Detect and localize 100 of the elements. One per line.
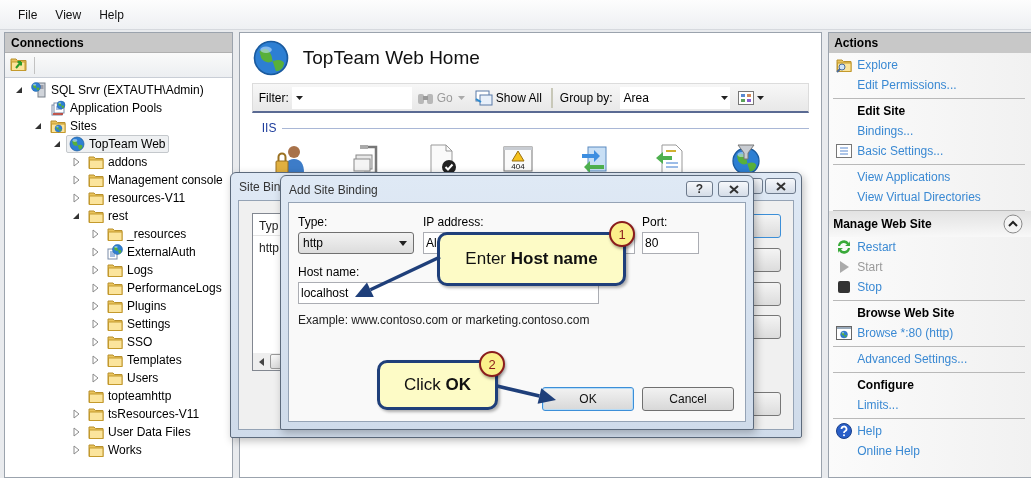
page-title: TopTeam Web Home [302,47,480,69]
filter-label: Filter: [258,90,289,105]
tree-item[interactable]: _resources [104,225,191,243]
action-link[interactable]: View Virtual Directories [857,190,981,204]
filter-field[interactable] [291,86,412,109]
tree-item[interactable]: Application Pools [47,99,167,117]
folder-icon [88,406,104,422]
action-link[interactable]: View Applications [857,170,951,184]
close-button[interactable] [765,178,796,194]
action-link[interactable]: Edit Permissions... [857,78,957,92]
dropdown-caret-icon [295,95,303,100]
stop-icon [836,279,853,295]
show-all-icon [474,89,493,106]
folder-icon [107,370,123,386]
tree-item[interactable]: Settings [104,315,175,333]
folder-icon [107,334,123,350]
folder-icon [107,298,123,314]
tree-item[interactable]: PerformanceLogs [104,279,226,297]
action-link[interactable]: Restart [857,240,896,254]
tree-item[interactable]: SQL Srvr (EXTAUTH\Admin) [28,81,208,99]
action-link[interactable]: Advanced Settings... [857,352,968,366]
section-heading: Edit Site [857,104,906,118]
tree-item[interactable]: topteamhttp [85,387,176,405]
action-link[interactable]: Browse *:80 (http) [857,326,954,340]
menu-item[interactable]: Help [90,4,133,25]
dialog-title: Site Bin [239,180,281,194]
help-button[interactable]: ? [686,181,713,197]
tree-item[interactable]: SSO [104,333,157,351]
type-dropdown[interactable]: http [298,232,414,254]
field-label: Type: [298,215,329,229]
error-page-icon: 404 [501,143,534,175]
folder-icon [88,388,104,404]
application-icon [107,244,123,260]
panel-title: Actions [829,33,1031,53]
folder-icon [107,280,123,296]
field-label: Host name: [298,265,361,279]
folder-icon [88,190,104,206]
tree-item[interactable]: ExternalAuth [104,243,200,261]
view-icon[interactable] [737,90,754,105]
dialog-button[interactable]: Cancel [642,387,734,411]
folder-icon [88,208,104,224]
tree-item[interactable]: Logs [104,261,158,279]
folder-search-icon [836,57,853,73]
port-field[interactable]: 80 [642,232,699,254]
dialog-title: Add Site Binding [289,183,378,197]
table-cell-text: http [258,240,280,255]
globe-icon [69,136,85,152]
section-heading: Browse Web Site [857,306,955,320]
tree-item[interactable]: Works [85,441,146,459]
browser-icon [836,325,853,341]
field-label: Port: [642,215,669,229]
tree-item[interactable]: tsResources-V11 [85,405,204,423]
connect-folder-icon[interactable] [10,56,28,74]
tree-item[interactable]: Management console [85,171,227,189]
folder-icon [88,172,104,188]
tree-item[interactable]: TopTeam Web [66,135,170,153]
menu-item[interactable]: File [9,4,47,25]
server-icon [31,82,47,98]
scroll-left-icon[interactable] [259,357,264,366]
tree-item[interactable]: User Data Files [85,423,195,441]
show-all-button[interactable]: Show All [472,89,544,106]
collapse-button[interactable] [1003,214,1023,234]
folder-icon [88,424,104,440]
window-list-icon [836,143,853,159]
panel-title: Connections [5,33,232,53]
close-icon [775,181,786,191]
menu-item[interactable]: View [46,4,91,25]
section-heading: Configure [857,378,914,392]
tree-item[interactable]: Templates [104,351,186,369]
action-link[interactable]: Basic Settings... [857,144,944,158]
tree-item[interactable]: Sites [47,117,101,135]
sites-folder-icon [50,118,66,134]
action-link[interactable]: Explore [857,58,898,72]
action-link[interactable]: Stop [857,280,882,294]
action-link[interactable]: Limits... [857,398,899,412]
action-link[interactable]: Online Help [857,444,920,458]
tree-item[interactable]: Plugins [104,297,171,315]
action-link[interactable]: Help [857,424,882,438]
help-icon [836,423,853,439]
dropdown-caret-icon [457,95,465,100]
dropdown-caret-icon [756,95,764,100]
folder-icon [107,226,123,242]
field-label: IP address: [423,215,485,229]
dialog-button[interactable]: OK [542,387,634,411]
close-button[interactable] [718,181,749,197]
folder-icon [107,352,123,368]
action-link[interactable]: Bindings... [857,124,914,138]
tree-item[interactable]: addons [85,153,152,171]
group-by-label: Group by: [559,90,613,105]
tree-item[interactable]: rest [85,207,132,225]
tree-item[interactable]: resources-V11 [85,189,190,207]
section-title: Manage Web Site [833,217,932,231]
group-heading: IIS [261,121,277,135]
application-pools-icon [50,100,66,116]
refresh-icon [836,239,853,255]
group-by-dropdown[interactable]: Area [619,86,730,109]
example-text: Example: www.contoso.com or marketing.contoso.com [298,313,591,327]
folder-icon [88,154,104,170]
folder-icon [107,316,123,332]
tree-item[interactable]: Users [104,369,163,387]
